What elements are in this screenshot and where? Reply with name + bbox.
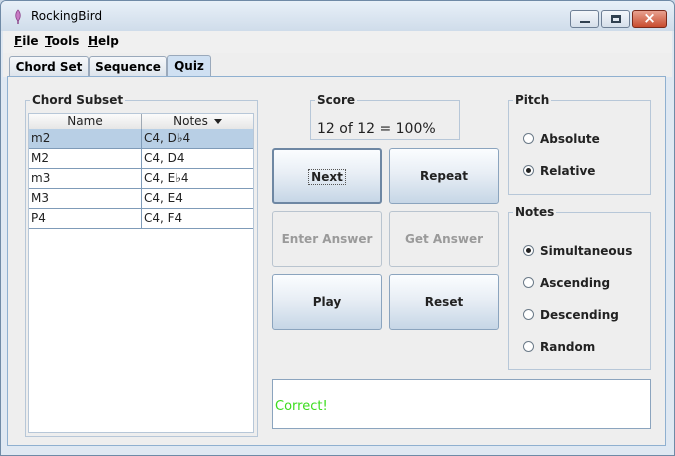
score-title: Score xyxy=(315,93,358,107)
menu-tools[interactable]: Tools xyxy=(45,34,79,48)
title-bar[interactable]: RockingBird × xyxy=(1,1,674,31)
score-value: 12 of 12 = 100% xyxy=(317,121,436,137)
tab-strip: Chord Set Sequence Quiz xyxy=(3,53,672,77)
feedback-message-box: Correct! xyxy=(272,379,651,429)
chord-table: Name Notes m2 C4, D♭4 M2 C4, D4 m3 C4, E… xyxy=(28,113,254,433)
table-row[interactable]: M2 C4, D4 xyxy=(29,149,253,169)
radio-unchecked-icon xyxy=(523,277,534,288)
score-group: Score 12 of 12 = 100% xyxy=(310,93,460,140)
tab-sequence[interactable]: Sequence xyxy=(89,56,167,76)
next-button[interactable]: Next xyxy=(272,148,382,204)
enter-answer-button[interactable]: Enter Answer xyxy=(272,211,382,267)
maximize-button[interactable] xyxy=(601,10,630,28)
tab-chord-set[interactable]: Chord Set xyxy=(9,56,89,76)
cell-notes: C4, D♭4 xyxy=(144,131,191,145)
cell-notes: C4, F4 xyxy=(144,211,183,225)
menu-file[interactable]: File xyxy=(14,34,39,48)
pitch-title: Pitch xyxy=(513,93,552,107)
menu-bar: File Tools Help xyxy=(3,31,672,53)
table-header: Name Notes xyxy=(29,114,253,130)
app-window: RockingBird × File Tools Help Chord Set … xyxy=(0,0,675,456)
chord-subset-title: Chord Subset xyxy=(30,93,126,107)
get-answer-button[interactable]: Get Answer xyxy=(389,211,499,267)
notes-title: Notes xyxy=(513,205,557,219)
radio-unchecked-icon xyxy=(523,341,534,352)
chord-subset-group: Chord Subset Name Notes m2 C4, D♭4 M2 C4… xyxy=(25,93,258,437)
reset-button[interactable]: Reset xyxy=(389,274,499,330)
cell-name: M3 xyxy=(29,189,142,208)
window-title: RockingBird xyxy=(31,9,103,23)
radio-checked-icon xyxy=(523,165,534,176)
cell-name: P4 xyxy=(29,209,142,228)
notes-group: Notes Simultaneous Ascending Descending … xyxy=(508,205,651,370)
table-row[interactable]: P4 C4, F4 xyxy=(29,209,253,229)
table-row[interactable]: m3 C4, E♭4 xyxy=(29,169,253,189)
play-button[interactable]: Play xyxy=(272,274,382,330)
maximize-icon xyxy=(611,15,621,23)
column-header-name[interactable]: Name xyxy=(29,114,142,129)
pitch-group: Pitch Absolute Relative xyxy=(508,93,651,195)
tab-quiz[interactable]: Quiz xyxy=(167,55,211,77)
minimize-button[interactable] xyxy=(570,10,599,28)
radio-unchecked-icon xyxy=(523,133,534,144)
repeat-button[interactable]: Repeat xyxy=(389,148,499,204)
cell-notes: C4, E♭4 xyxy=(144,171,189,185)
table-row[interactable]: m2 C4, D♭4 xyxy=(29,129,253,149)
menu-help[interactable]: Help xyxy=(88,34,119,48)
cell-name: m2 xyxy=(29,129,142,148)
minimize-icon xyxy=(580,21,590,23)
radio-checked-icon xyxy=(523,245,534,256)
table-row[interactable]: M3 C4, E4 xyxy=(29,189,253,209)
app-bird-icon xyxy=(15,9,21,24)
close-button[interactable]: × xyxy=(632,9,667,28)
feedback-message: Correct! xyxy=(275,399,328,414)
sort-descending-icon xyxy=(213,119,222,124)
cell-notes: C4, D4 xyxy=(144,151,185,165)
radio-unchecked-icon xyxy=(523,309,534,320)
close-icon: × xyxy=(643,9,656,27)
quiz-panel: Chord Subset Name Notes m2 C4, D♭4 M2 C4… xyxy=(7,76,666,446)
cell-notes: C4, E4 xyxy=(144,191,183,205)
cell-name: M2 xyxy=(29,149,142,168)
cell-name: m3 xyxy=(29,169,142,188)
column-header-notes[interactable]: Notes xyxy=(142,114,253,129)
